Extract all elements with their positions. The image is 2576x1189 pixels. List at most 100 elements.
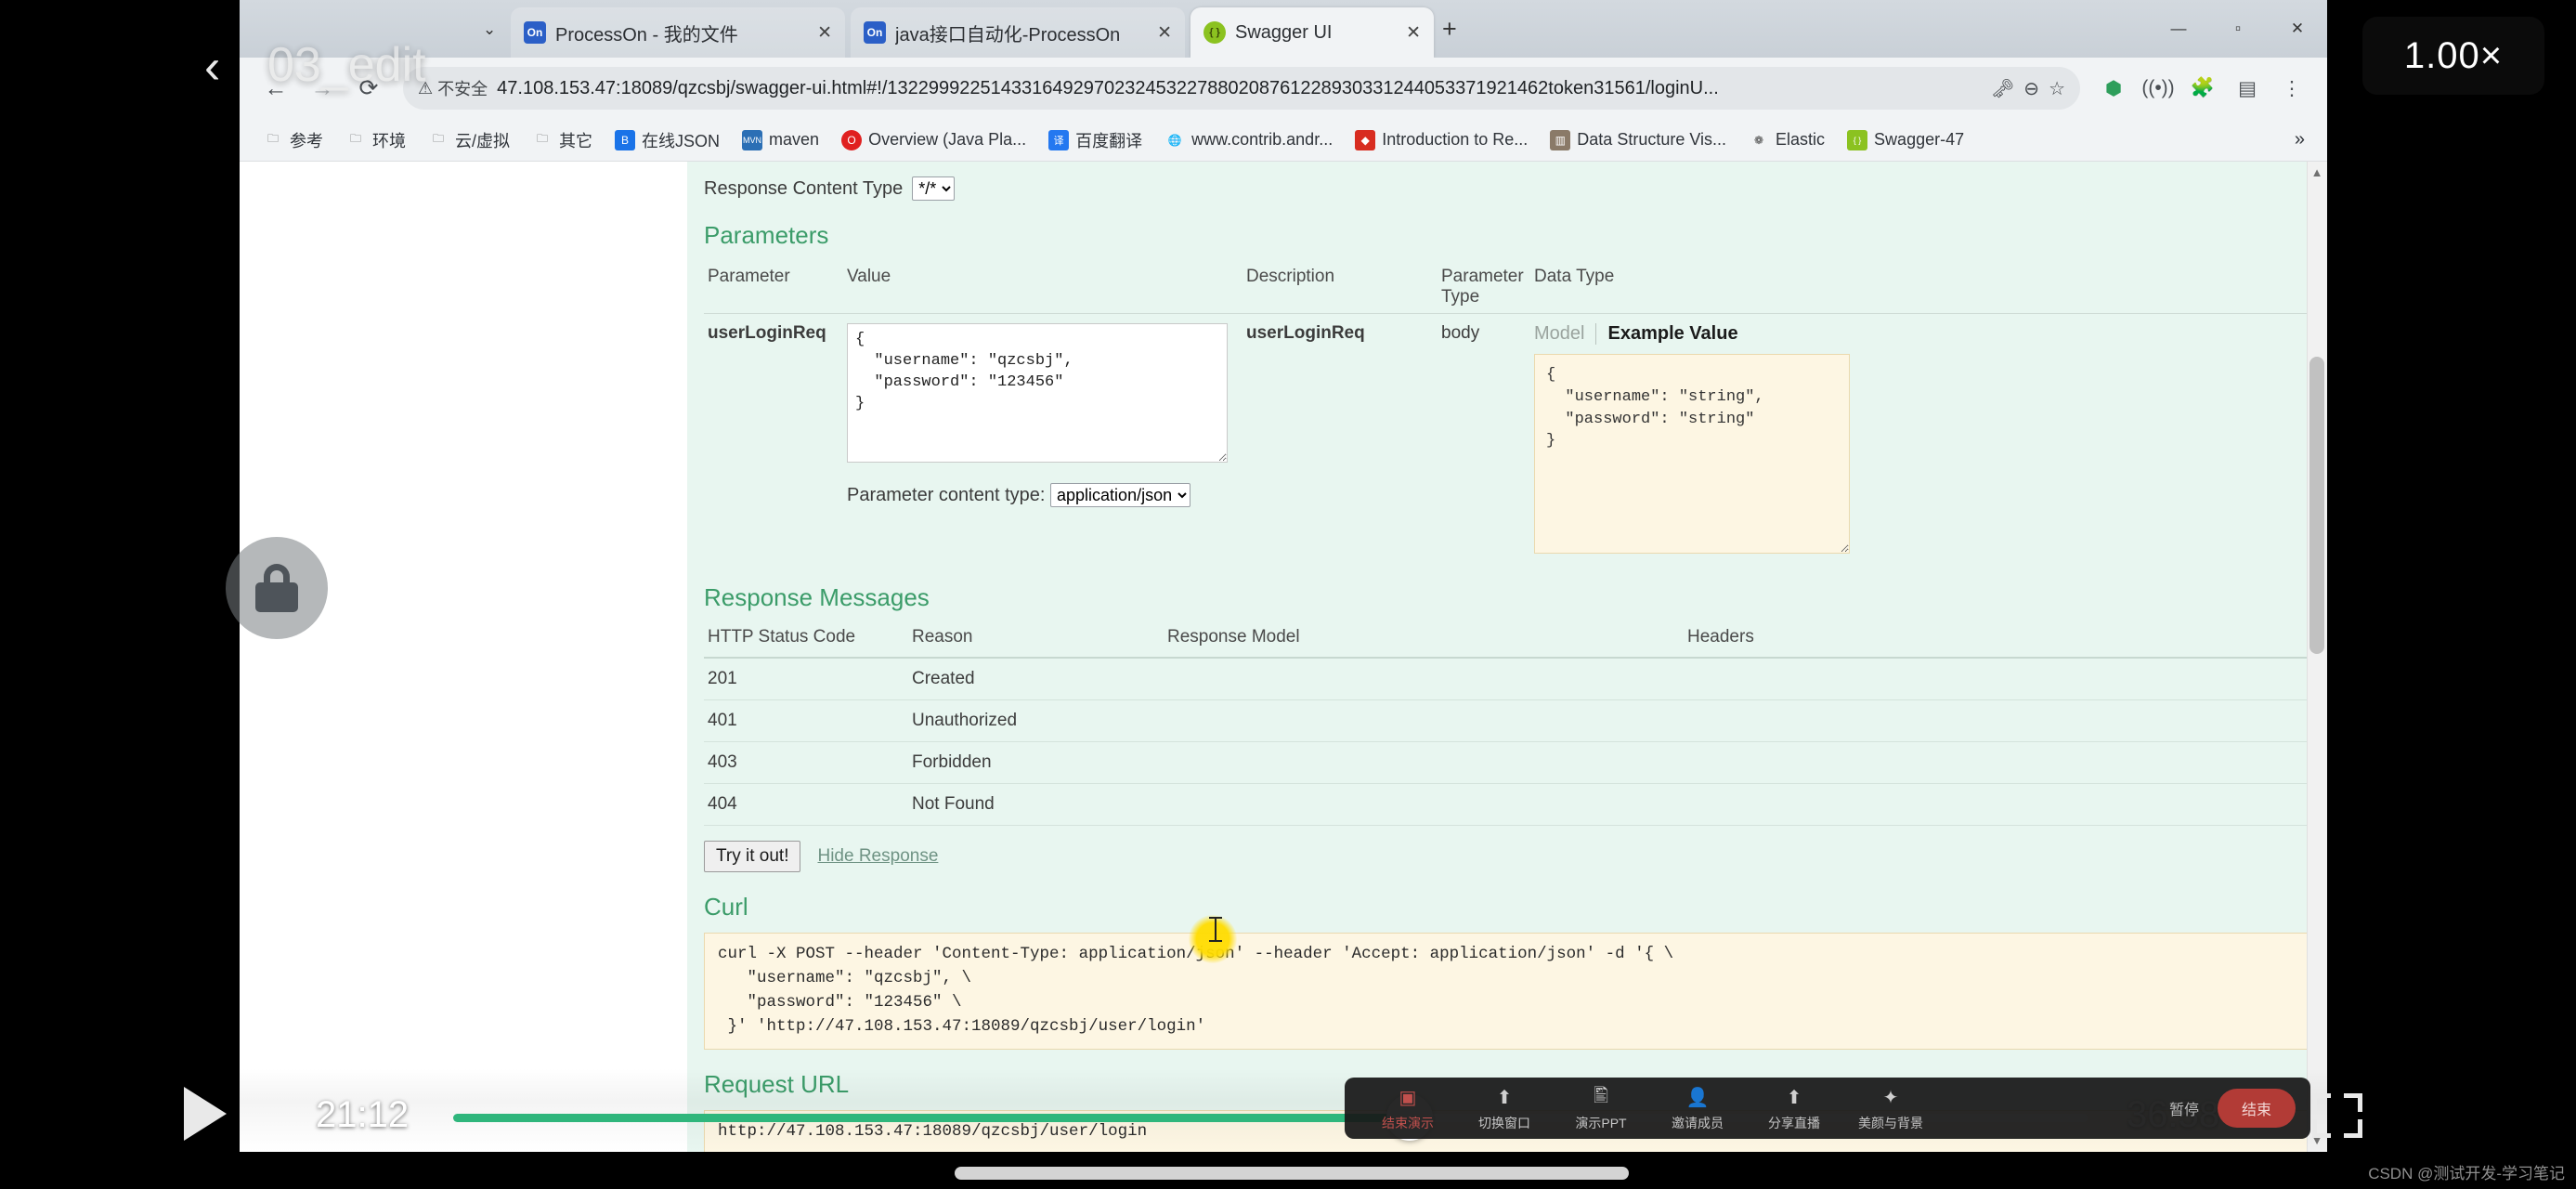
bookmark-item[interactable]: ❁ Elastic xyxy=(1740,126,1833,154)
bookmark-item[interactable]: { } Swagger-47 xyxy=(1839,126,1972,154)
parameter-content-type-select[interactable]: application/json xyxy=(1050,483,1191,507)
bookmarks-overflow-button[interactable]: » xyxy=(2295,129,2312,150)
meeting-item-label: 美颜与背景 xyxy=(1858,1115,1923,1130)
tab-close-icon[interactable]: ✕ xyxy=(1391,22,1421,44)
bookmark-item[interactable]: B 在线JSON xyxy=(606,124,728,156)
bookmark-item[interactable]: O Overview (Java Pla... xyxy=(833,126,1034,154)
cast-icon[interactable]: ((•)) xyxy=(2136,66,2180,111)
parameter-value-textarea[interactable]: { "username": "qzcsbj", "password": "123… xyxy=(847,323,1228,463)
bookmark-item[interactable]: 译 百度翻译 xyxy=(1040,124,1151,156)
bookmark-label: Swagger-47 xyxy=(1874,130,1965,149)
browser-tab-strip: ⌄ On ProcessOn - 我的文件 ✕ On java接口自动化-Pro… xyxy=(240,0,2327,58)
window-horizontal-scrollbar[interactable] xyxy=(0,1152,2576,1189)
extension-icon[interactable]: ⬢ xyxy=(2091,66,2136,111)
status-reason: Unauthorized xyxy=(908,699,1164,742)
bookmark-label: www.contrib.andr... xyxy=(1191,130,1334,149)
scroll-up-arrow-icon[interactable]: ▲ xyxy=(2309,165,2324,180)
col-reason: Reason xyxy=(908,623,1164,659)
bookmark-label: 云/虚拟 xyxy=(455,131,511,150)
bookmark-item[interactable]: 🗀 环境 xyxy=(337,124,414,156)
status-code: 403 xyxy=(704,741,908,784)
text-cursor-top xyxy=(1209,917,1222,919)
table-header-row: Parameter Value Description Parameter Ty… xyxy=(704,261,2327,314)
zoom-level-badge[interactable]: 1.00× xyxy=(2362,17,2544,95)
bookmark-label: maven xyxy=(769,130,820,149)
parameter-value-cell: { "username": "qzcsbj", "password": "123… xyxy=(843,314,1242,564)
browser-tab-2[interactable]: { } Swagger UI ✕ xyxy=(1190,7,1434,58)
hide-response-link[interactable]: Hide Response xyxy=(817,846,938,867)
folder-icon: 🗀 xyxy=(432,132,444,145)
back-navigation-chevron-icon[interactable]: ‹ xyxy=(204,39,220,95)
status-headers xyxy=(1684,741,2327,784)
col-value: Value xyxy=(843,261,1242,314)
col-parameter: Parameter xyxy=(704,261,843,314)
table-header-row: HTTP Status Code Reason Response Model H… xyxy=(704,623,2327,659)
table-row: 401 Unauthorized xyxy=(704,699,2327,742)
col-parameter-type: Parameter Type xyxy=(1438,261,1530,314)
address-bar-url[interactable]: 47.108.153.47:18089/qzcsbj/swagger-ui.ht… xyxy=(497,78,1982,99)
site-security-indicator[interactable]: ⚠ 不安全 xyxy=(418,76,488,100)
minimize-button[interactable]: — xyxy=(2149,0,2208,58)
window-scrollbar-thumb[interactable] xyxy=(955,1167,1629,1180)
tab-close-icon[interactable]: ✕ xyxy=(802,22,832,44)
parameter-description: userLoginReq xyxy=(1246,323,1365,343)
new-tab-button[interactable]: + xyxy=(1442,15,1457,44)
kebab-menu-icon[interactable]: ⋮ xyxy=(2270,66,2314,111)
response-messages-table: HTTP Status Code Reason Response Model H… xyxy=(704,623,2327,826)
recording-title: 03_edit xyxy=(267,38,426,92)
data-type-cell: Model Example Value { "username": "strin… xyxy=(1530,314,2327,564)
page-scrollbar-thumb[interactable] xyxy=(2309,357,2324,654)
side-panel-icon[interactable]: ▤ xyxy=(2225,66,2270,111)
table-row: 403 Forbidden xyxy=(704,741,2327,784)
try-it-out-button[interactable]: Try it out! xyxy=(704,841,801,872)
fullscreen-icon[interactable] xyxy=(2312,1093,2362,1138)
browser-tab-0[interactable]: On ProcessOn - 我的文件 ✕ xyxy=(511,7,845,58)
col-http-status-code: HTTP Status Code xyxy=(704,623,908,659)
response-messages-heading: Response Messages xyxy=(704,583,930,611)
bookmark-item[interactable]: MVN maven xyxy=(734,126,827,154)
bookmark-item[interactable]: 🗀 其它 xyxy=(524,124,601,156)
swagger-favicon-icon: { } xyxy=(1203,21,1226,44)
maven-icon: MVN xyxy=(742,129,763,150)
zoom-out-icon[interactable]: ⊖ xyxy=(2023,77,2039,100)
share-live-button[interactable]: ⬆ 分享直播 xyxy=(1746,1085,1842,1132)
invite-members-button[interactable]: 👤 邀请成员 xyxy=(1649,1085,1746,1132)
bookmarks-bar: 🗀 参考 🗀 环境 🗀 云/虚拟 🗀 其它 B 在线JSON MVN maven… xyxy=(240,119,2327,162)
bookmark-item[interactable]: 🌐 www.contrib.andr... xyxy=(1156,126,1341,154)
pause-button[interactable]: 暂停 xyxy=(2169,1097,2199,1119)
beauty-background-button[interactable]: ✦ 美颜与背景 xyxy=(1842,1085,1939,1132)
tab-example-value[interactable]: Example Value xyxy=(1595,323,1749,345)
globe-icon: 🌐 xyxy=(1167,133,1182,147)
maximize-button[interactable]: ▫ xyxy=(2208,0,2268,58)
bookmark-item[interactable]: 🗀 云/虚拟 xyxy=(420,124,518,156)
tab-list-chevron-icon[interactable]: ⌄ xyxy=(483,20,496,39)
tab-model[interactable]: Model xyxy=(1534,323,1595,345)
star-icon[interactable]: ☆ xyxy=(2049,77,2065,100)
page-scrollbar[interactable]: ▲ ▼ xyxy=(2307,162,2327,1152)
omnibox[interactable]: ⚠ 不安全 47.108.153.47:18089/qzcsbj/swagger… xyxy=(403,67,2080,110)
response-content-type-select[interactable]: */* xyxy=(912,176,956,201)
bookmark-item[interactable]: ◆ Introduction to Re... xyxy=(1347,126,1536,154)
play-button-icon[interactable] xyxy=(184,1087,227,1141)
table-row: 201 Created xyxy=(704,658,2327,700)
end-meeting-button[interactable]: 结束 xyxy=(2217,1089,2296,1128)
switch-window-button[interactable]: ⬆ 切换窗口 xyxy=(1456,1085,1553,1132)
screen-lock-button[interactable] xyxy=(226,537,328,639)
translate-icon[interactable]: 🗝 xyxy=(1991,77,2014,100)
add-person-icon: 👤 xyxy=(1685,1088,1710,1108)
table-row: 404 Not Found xyxy=(704,783,2327,826)
sparkle-icon: ✦ xyxy=(1882,1088,1899,1108)
browser-tab-1[interactable]: On java接口自动化-ProcessOn ✕ xyxy=(851,7,1185,58)
tab-close-icon[interactable]: ✕ xyxy=(1142,22,1172,44)
status-headers xyxy=(1684,783,2327,826)
status-reason: Not Found xyxy=(908,783,1164,826)
puzzle-icon[interactable]: 🧩 xyxy=(2180,66,2225,111)
switch-window-icon: ⬆ xyxy=(1496,1088,1513,1108)
bookmark-item[interactable]: 🗀 参考 xyxy=(254,124,332,156)
bookmark-item[interactable]: ▥ Data Structure Vis... xyxy=(1542,126,1735,154)
folder-icon: 🗀 xyxy=(537,132,549,145)
bookmark-label: 环境 xyxy=(372,131,406,150)
present-ppt-button[interactable]: 🖺 演示PPT xyxy=(1553,1085,1649,1132)
stop-presentation-button[interactable]: ▣ 结束演示 xyxy=(1360,1085,1456,1132)
close-window-button[interactable]: ✕ xyxy=(2268,0,2327,58)
